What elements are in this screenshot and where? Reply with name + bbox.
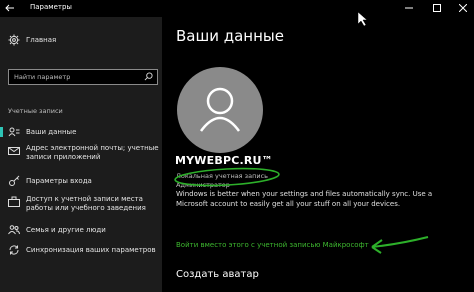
sign-in-microsoft-link[interactable]: Войти вместо этого с учетной записью Май… — [176, 241, 369, 249]
sidebar-item-label: Доступ к учетной записи места работы или… — [26, 195, 146, 212]
main-content: Ваши данные MYWEBPC.RU™ Локальная учетна… — [162, 17, 474, 292]
minimize-button[interactable] — [396, 0, 422, 17]
page-title: Ваши данные — [176, 27, 284, 45]
sync-note: Windows is better when your settings and… — [176, 190, 433, 208]
sync-icon — [9, 245, 19, 255]
back-arrow-icon[interactable] — [4, 2, 16, 14]
sidebar-item-label: Ваши данные — [26, 128, 77, 136]
maximize-button[interactable] — [424, 0, 450, 17]
avatar — [177, 67, 263, 153]
section-label: Учетные записи — [8, 107, 63, 115]
search-icon — [144, 72, 153, 81]
sidebar: Главная Найти параметр Учетные записи Ва… — [0, 17, 162, 292]
user-silhouette-icon — [199, 87, 241, 132]
people-icon — [8, 225, 20, 235]
person-card-icon — [8, 127, 20, 137]
title-bar: Параметры — [0, 0, 474, 17]
key-icon — [9, 175, 20, 186]
briefcase-icon — [8, 196, 20, 207]
account-role: Администратор — [176, 181, 230, 189]
create-avatar-heading: Создать аватар — [176, 269, 259, 280]
sidebar-item-label: Главная — [26, 36, 57, 44]
sidebar-item-label: Синхронизация ваших параметров — [26, 246, 156, 254]
close-button[interactable] — [450, 0, 474, 17]
user-name: MYWEBPC.RU™ — [175, 154, 273, 167]
sidebar-item-email[interactable]: Адрес электронной почты; учетные записи … — [0, 143, 162, 165]
sidebar-item-label: Семья и другие люди — [26, 226, 106, 234]
maximize-icon — [433, 4, 441, 12]
email-icon — [8, 147, 20, 155]
window-title: Параметры — [30, 3, 72, 11]
sidebar-item-work-access[interactable]: Доступ к учетной записи места работы или… — [0, 194, 162, 216]
gear-icon — [8, 34, 20, 46]
account-type: Локальная учетная запись — [176, 172, 268, 180]
sidebar-item-family[interactable]: Семья и другие люди — [0, 223, 162, 237]
search-placeholder: Найти параметр — [14, 73, 71, 81]
sidebar-item-home[interactable]: Главная — [0, 32, 162, 48]
sidebar-item-your-info[interactable]: Ваши данные — [0, 125, 162, 139]
sidebar-item-sign-in[interactable]: Параметры входа — [0, 174, 162, 188]
sidebar-item-sync[interactable]: Синхронизация ваших параметров — [0, 243, 162, 257]
sidebar-item-label: Параметры входа — [26, 177, 92, 185]
sidebar-item-label: Адрес электронной почты; учетные записи … — [26, 144, 159, 161]
close-icon — [459, 4, 467, 12]
minimize-icon — [405, 7, 413, 9]
search-input[interactable]: Найти параметр — [8, 69, 158, 85]
